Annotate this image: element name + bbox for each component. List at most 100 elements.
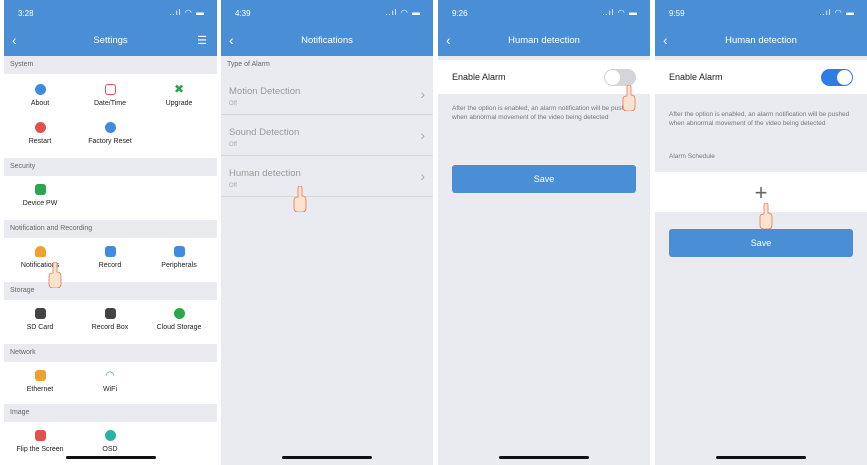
status-time: 3:28 [18,9,34,18]
sd-card-label: SD Card [26,324,54,331]
settings-screen: 3:28 ‥ıl ◠ ▬ ‹ Settings ☰ System About D… [4,0,217,465]
row-label: Human detection [229,168,301,179]
alarm-schedule-label: Alarm Schedule [669,153,715,160]
nav-bar: ‹ Notifications [221,26,433,56]
reset-icon [104,122,116,133]
home-indicator [65,456,156,459]
cloud-storage-item[interactable]: Cloud Storage [149,308,209,331]
device-pw-item[interactable]: Device PW [10,184,70,207]
section-type-of-alarm: Type of Alarm [221,56,433,74]
wifi-icon: ◠ [105,370,115,381]
chevron-right-icon: › [420,127,425,143]
status-bar: 9:59 ‥ıl ◠ ▬ [655,0,867,26]
enable-alarm-row: Enable Alarm [438,60,650,94]
section-image: Image [4,404,217,422]
page-title: Human detection [508,35,580,46]
toggle-knob [837,70,852,85]
enable-alarm-label: Enable Alarm [669,72,723,82]
notifications-screen: 4:39 ‥ıl ◠ ▬ ‹ Notifications Type of Ala… [221,0,433,465]
pointer-hand-icon [48,262,62,288]
datetime-label: Date/Time [93,100,127,107]
about-label: About [30,100,50,107]
enable-alarm-row: Enable Alarm [655,60,867,94]
status-bar: 3:28 ‥ıl ◠ ▬ [4,0,217,26]
chevron-right-icon: › [420,86,425,102]
section-network: Network [4,344,217,362]
pointer-hand-icon [293,186,307,212]
tools-icon: ✖ [173,82,185,96]
ethernet-icon [34,370,46,381]
sd-card-item[interactable]: SD Card [10,308,70,331]
section-system: System [4,56,217,74]
human-detection-screen-off: 9:26 ‥ıl ◠ ▬ ‹ Human detection Enable Al… [438,0,650,465]
row-status: Off [229,142,237,148]
enable-alarm-toggle[interactable] [604,69,636,86]
ethernet-label: Ethernet [26,386,54,393]
peripherals-item[interactable]: Peripherals [149,246,209,269]
save-button[interactable]: Save [452,165,636,193]
power-icon [34,122,46,133]
nav-bar: ‹ Human detection [655,26,867,56]
restart-item[interactable]: Restart [10,122,70,145]
toggle-knob [605,70,620,85]
chevron-right-icon: › [420,168,425,184]
signal-icon: ‥ıl ◠ ▬ [385,8,421,17]
enable-alarm-label: Enable Alarm [452,72,506,82]
upgrade-label: Upgrade [165,100,193,107]
signal-icon: ‥ıl ◠ ▬ [819,8,855,17]
home-indicator [499,456,589,459]
list-menu-icon[interactable]: ☰ [197,34,207,47]
page-title: Settings [93,35,128,46]
status-bar: 9:26 ‥ıl ◠ ▬ [438,0,650,26]
alarm-description: After the option is enabled, an alarm no… [669,111,850,127]
record-label: Record [98,262,122,269]
wifi-item[interactable]: ◠ WiFi [80,370,140,393]
row-label: Sound Detection [229,127,300,138]
record-box-item[interactable]: Record Box [80,308,140,331]
human-detection-screen-on: 9:59 ‥ıl ◠ ▬ ‹ Human detection Enable Al… [655,0,867,465]
osd-icon [104,430,116,441]
flip-screen-label: Flip the Screen [16,446,64,453]
human-detection-row[interactable]: Human detection Off › [221,156,433,197]
signal-icon: ‥ıl ◠ ▬ [602,8,638,17]
cloud-icon [173,308,185,319]
pointer-hand-icon [622,85,636,111]
upgrade-item[interactable]: ✖ Upgrade [149,82,209,107]
save-button[interactable]: Save [669,229,853,257]
record-item[interactable]: Record [80,246,140,269]
status-bar: 4:39 ‥ıl ◠ ▬ [221,0,433,26]
flip-screen-item[interactable]: Flip the Screen [10,430,70,453]
osd-item[interactable]: OSD [80,430,140,453]
status-time: 9:59 [669,9,685,18]
row-label: Motion Detection [229,86,301,97]
page-title: Human detection [725,35,797,46]
alarm-description: After the option is enabled, an alarm no… [452,105,633,121]
osd-label: OSD [102,446,118,453]
record-box-label: Record Box [91,324,129,331]
sound-detection-row[interactable]: Sound Detection Off › [221,115,433,156]
section-security: Security [4,158,217,176]
peripherals-label: Peripherals [161,262,197,269]
sd-card-icon [34,308,46,319]
ethernet-item[interactable]: Ethernet [10,370,70,393]
status-time: 9:26 [452,9,468,18]
factory-reset-item[interactable]: Factory Reset [80,122,140,145]
home-indicator [282,456,372,459]
row-status: Off [229,183,237,189]
enable-alarm-toggle[interactable] [821,69,853,86]
datetime-item[interactable]: Date/Time [80,84,140,107]
restart-label: Restart [28,138,52,145]
page-title: Notifications [301,35,353,46]
nav-bar: ‹ Settings ☰ [4,26,217,56]
info-icon [34,84,46,95]
about-item[interactable]: About [10,84,70,107]
motion-detection-row[interactable]: Motion Detection Off › [221,74,433,115]
wifi-label: WiFi [103,386,117,393]
flip-icon [34,430,46,441]
status-time: 4:39 [235,9,251,18]
bell-icon [34,246,46,257]
factory-reset-label: Factory Reset [88,138,132,145]
record-box-icon [104,308,116,319]
pointer-hand-icon [759,203,773,229]
section-storage: Storage [4,282,217,300]
